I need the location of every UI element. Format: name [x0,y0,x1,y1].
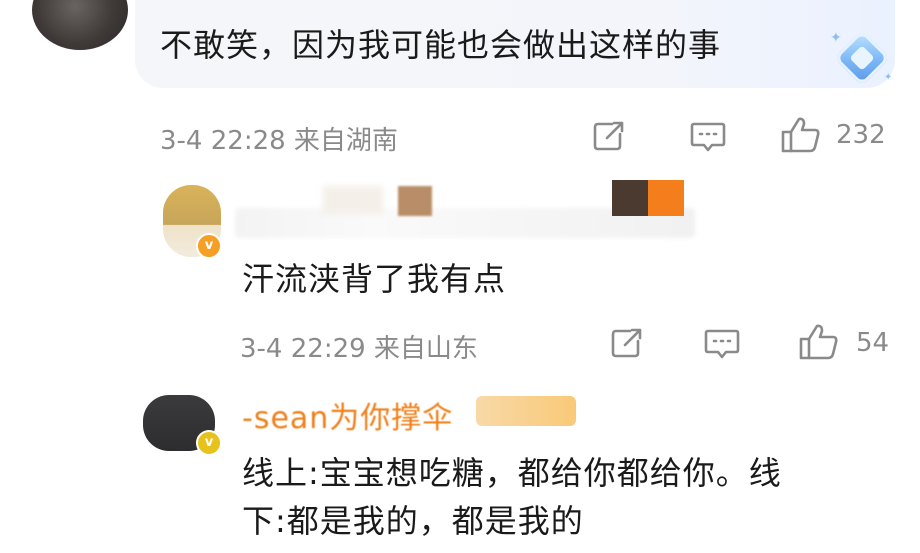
comment-icon[interactable] [704,328,740,360]
username[interactable]: -sean为你撑伞 [242,393,453,437]
sparkle-icon: ✦ [830,30,842,46]
verified-badge-icon: v [196,233,222,259]
comment-text: 不敢笑，因为我可能也会做出这样的事 [160,26,722,64]
verified-badge-icon: v [196,430,222,456]
reply-text-line-1: 线上:宝宝想吃糖，都给你都给你。线 [242,454,782,492]
username-blurred [323,186,383,214]
like-icon[interactable] [780,116,822,154]
comment-meta: 3-4 22:28 来自湖南 [160,126,398,156]
username-blurred [398,186,432,216]
comment-meta: 3-4 22:29 来自山东 [240,334,478,364]
share-icon[interactable] [610,327,644,359]
fan-medal-badge [476,396,576,426]
avatar[interactable] [32,0,128,50]
reply-text: 汗流浃背了我有点 [242,260,507,298]
like-icon[interactable] [798,323,840,361]
like-count: 232 [836,120,886,150]
username-blurred [612,180,648,216]
comment-icon[interactable] [690,121,726,153]
share-icon[interactable] [592,120,626,152]
sparkle-icon: ✦ [884,72,893,83]
like-count: 54 [856,328,890,358]
reply-text-line-2: 下:都是我的，都是我的 [242,502,584,540]
username-blurred [648,180,684,216]
